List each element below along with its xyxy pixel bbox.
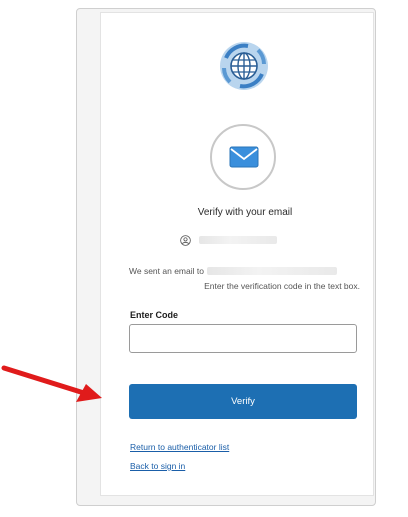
redacted-email: [206, 267, 337, 275]
redacted-username: [199, 236, 277, 244]
return-to-authenticator-list-link[interactable]: Return to authenticator list: [130, 442, 229, 452]
envelope-icon: [229, 146, 259, 168]
verify-button[interactable]: Verify: [129, 384, 357, 419]
back-to-sign-in-link[interactable]: Back to sign in: [130, 461, 185, 471]
annotation-arrow-icon: [1, 365, 102, 402]
page: Verify with your email We sent an email …: [0, 0, 408, 517]
email-authenticator-badge: [210, 124, 276, 190]
code-label: Enter Code: [130, 310, 179, 320]
user-icon: [180, 234, 191, 246]
page-title: Verify with your email: [197, 207, 293, 218]
code-input[interactable]: [129, 324, 357, 353]
user-identifier: [180, 233, 277, 247]
globe-icon: [220, 42, 268, 90]
instruction-text: Enter the verification code in the text …: [204, 281, 360, 291]
email-sent-message: We sent an email to: [129, 266, 337, 276]
email-sent-text: We sent an email to: [129, 266, 204, 276]
